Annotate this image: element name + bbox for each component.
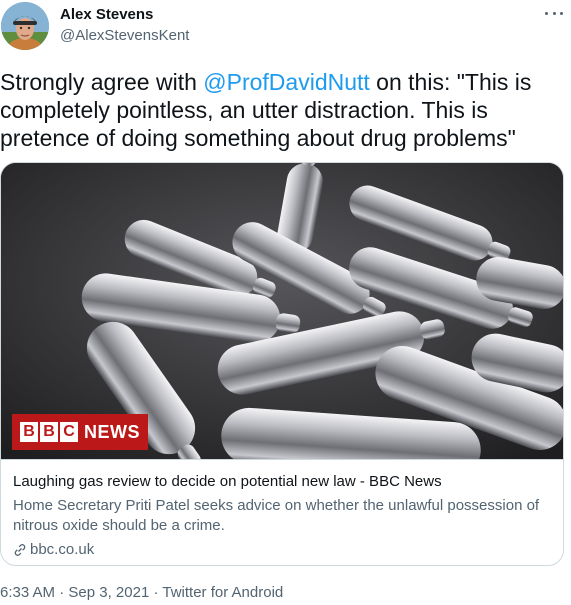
user-avatar[interactable]: [1, 2, 49, 50]
tweet-date[interactable]: Sep 3, 2021: [68, 584, 149, 601]
card-title[interactable]: Laughing gas review to decide on potenti…: [13, 472, 551, 492]
dot: [545, 11, 548, 15]
bbc-blocks: B B C: [20, 422, 78, 442]
more-options-icon[interactable]: [545, 6, 563, 20]
card-body[interactable]: Laughing gas review to decide on potenti…: [1, 459, 563, 565]
mention-link[interactable]: @ProfDavidNutt: [203, 69, 370, 95]
bbc-letter: C: [60, 422, 78, 442]
card-domain[interactable]: bbc.co.uk: [13, 540, 551, 560]
bbc-letter: B: [40, 422, 58, 442]
bbc-news-logo: B B C NEWS: [12, 414, 148, 450]
card-description: Home Secretary Priti Patel seeks advice …: [13, 497, 540, 534]
tweet-text: Strongly agree with @ProfDavidNutt on th…: [0, 68, 560, 152]
user-display-name[interactable]: Alex Stevens: [60, 6, 153, 23]
link-preview-card[interactable]: B B C NEWS Laughing gas review to decide…: [0, 162, 564, 566]
tweet-text-start: Strongly agree with: [0, 69, 204, 95]
bbc-news-word: NEWS: [84, 421, 140, 442]
separator: ·: [149, 584, 163, 601]
card-image[interactable]: B B C NEWS: [1, 163, 563, 459]
user-handle[interactable]: @AlexStevensKent: [60, 27, 189, 44]
card-domain-text: bbc.co.uk: [30, 541, 95, 558]
tweet-source: Twitter for Android: [162, 584, 284, 601]
bbc-letter: B: [20, 422, 38, 442]
tweet-meta: 6:33 AM · Sep 3, 2021 · Twitter for Andr…: [0, 584, 283, 601]
dot: [560, 11, 563, 15]
link-icon: [14, 544, 26, 556]
avatar-photo: [1, 2, 49, 50]
tweet-time[interactable]: 6:33 AM: [0, 584, 55, 601]
separator: ·: [55, 584, 69, 601]
dot: [552, 11, 556, 15]
